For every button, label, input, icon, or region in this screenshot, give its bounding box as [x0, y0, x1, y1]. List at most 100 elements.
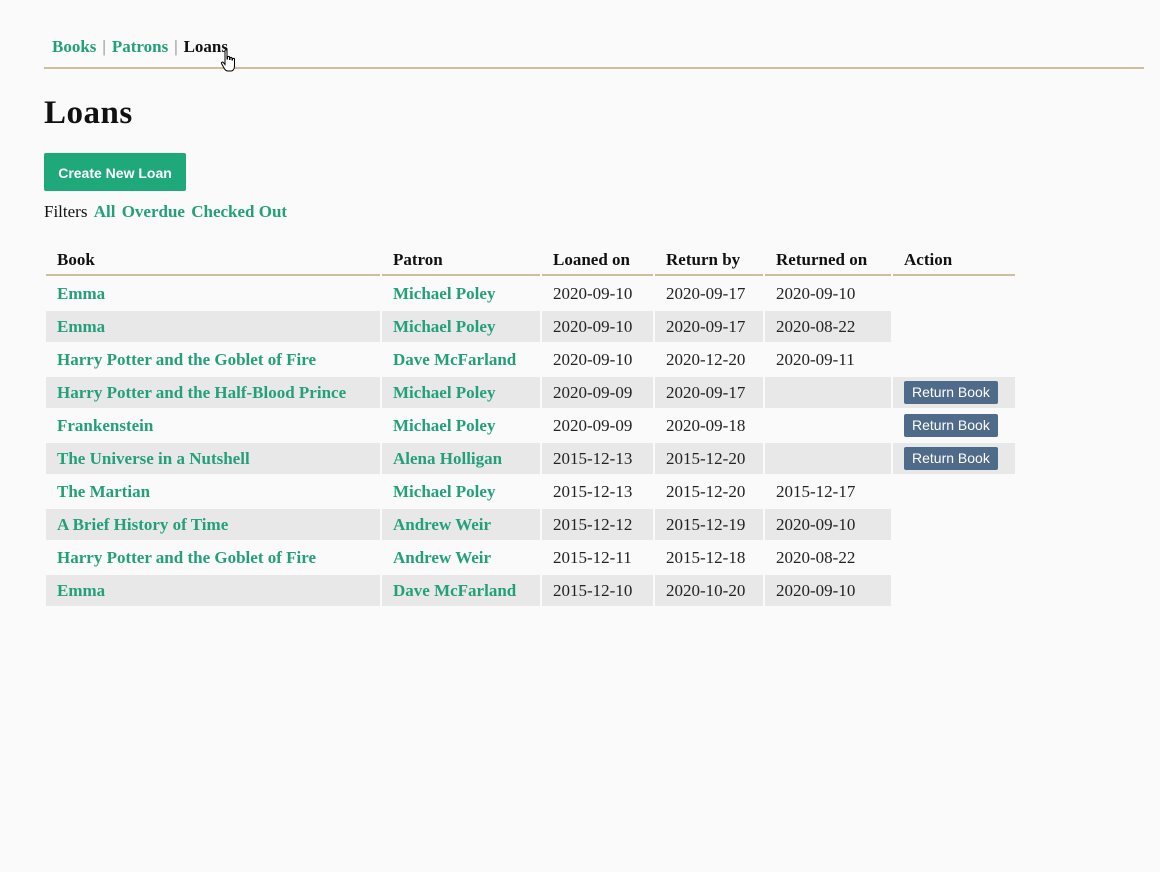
return-book-button[interactable]: Return Book	[904, 447, 998, 470]
loaned-on-cell: 2020-09-10	[553, 349, 633, 369]
nav-separator: |	[102, 37, 106, 56]
table-row: Emma Michael Poley 2020-09-10 2020-09-17 202…	[46, 278, 1015, 309]
loaned-on-cell: 2020-09-10	[553, 283, 633, 303]
loaned-on-cell: 2015-12-11	[553, 547, 632, 567]
patron-name-link[interactable]: Michael Poley	[393, 482, 495, 501]
column-header-returned-on: Returned on	[765, 246, 891, 276]
return-by-cell: 2020-09-17	[666, 283, 746, 303]
loaned-on-cell: 2015-12-13	[542, 443, 653, 474]
action-cell	[893, 509, 1015, 540]
loaned-on-cell: 2015-12-12	[542, 509, 653, 540]
return-book-button[interactable]: Return Book	[904, 414, 998, 437]
column-header-loaned-on: Loaned on	[542, 246, 653, 276]
action-cell	[893, 311, 1015, 342]
patron-cell: Michael Poley	[382, 311, 540, 342]
book-title-link[interactable]: The Universe in a Nutshell	[57, 449, 250, 468]
action-cell	[893, 344, 1015, 375]
book-cell: Emma	[46, 311, 380, 342]
patron-name-link[interactable]: Michael Poley	[393, 317, 495, 336]
return-by-cell: 2020-09-17	[655, 311, 763, 342]
return-by-cell: 2015-12-18	[666, 547, 746, 567]
page-title: Loans	[44, 95, 133, 131]
returned-on-cell: 2015-12-17	[776, 481, 856, 501]
table-row: Emma Michael Poley 2020-09-10 2020-09-17 202…	[46, 311, 1015, 342]
loaned-on-cell: 2020-09-10	[542, 311, 653, 342]
patron-cell: Andrew Weir	[382, 542, 540, 573]
returned-on-cell	[765, 377, 891, 408]
book-title-link[interactable]: Harry Potter and the Goblet of Fire	[57, 350, 316, 369]
table-row: The Martian Michael Poley 2015-12-13 2015-1…	[46, 476, 1015, 507]
book-title-link[interactable]: Emma	[57, 317, 105, 336]
return-by-cell: 2020-12-20	[666, 349, 746, 369]
loaned-on-cell: 2015-12-13	[553, 481, 633, 501]
book-cell: The Martian	[46, 476, 380, 507]
top-nav: Books | Patrons | Loans	[44, 36, 1144, 69]
patron-cell: Michael Poley	[382, 377, 540, 408]
return-by-cell: 2015-12-20	[666, 481, 746, 501]
book-title-link[interactable]: Emma	[57, 284, 105, 303]
filter-overdue-link[interactable]: Overdue	[122, 202, 185, 221]
returned-on-cell	[765, 443, 891, 474]
book-title-link[interactable]: Harry Potter and the Half-Blood Prince	[57, 383, 346, 402]
book-title-link[interactable]: Frankenstein	[57, 416, 153, 435]
returned-on-cell	[765, 410, 891, 441]
return-by-cell: 2015-12-19	[655, 509, 763, 540]
hand-pointer-icon	[220, 49, 235, 72]
nav-link-books[interactable]: Books	[52, 37, 96, 56]
loaned-on-cell: 2015-12-10	[542, 575, 653, 606]
return-by-cell: 2020-09-17	[655, 377, 763, 408]
returned-on-cell: 2020-09-10	[765, 509, 891, 540]
patron-cell: Michael Poley	[382, 278, 540, 309]
returned-on-cell: 2020-08-22	[776, 547, 856, 567]
create-new-loan-button[interactable]: Create New Loan	[44, 153, 186, 191]
book-title-link[interactable]: Emma	[57, 581, 105, 600]
patron-cell: Andrew Weir	[382, 509, 540, 540]
patron-name-link[interactable]: Michael Poley	[393, 416, 495, 435]
book-cell: Harry Potter and the Goblet of Fire	[46, 344, 380, 375]
book-title-link[interactable]: A Brief History of Time	[57, 515, 228, 534]
book-cell: Harry Potter and the Half-Blood Prince	[46, 377, 380, 408]
filters-bar: Filters All Overdue Checked Out	[44, 202, 287, 222]
patron-cell: Dave McFarland	[382, 575, 540, 606]
table-header: Book Patron Loaned on Return by Returned…	[46, 246, 1015, 276]
table-row: The Universe in a Nutshell Alena Holligan…	[46, 443, 1015, 474]
column-header-patron: Patron	[382, 246, 540, 276]
returned-on-cell: 2020-08-22	[765, 311, 891, 342]
return-by-cell: 2020-10-20	[655, 575, 763, 606]
action-cell: Return Book	[893, 443, 1015, 474]
action-cell: Return Book	[893, 377, 1015, 408]
loans-table: Book Patron Loaned on Return by Returned…	[44, 244, 1017, 608]
return-by-cell: 2015-12-20	[655, 443, 763, 474]
patron-name-link[interactable]: Michael Poley	[393, 383, 495, 402]
table-row: Emma Dave McFarland 2015-12-10 2020-10-20 20…	[46, 575, 1015, 606]
filters-label: Filters	[44, 202, 88, 221]
book-title-link[interactable]: The Martian	[57, 482, 150, 501]
return-book-button[interactable]: Return Book	[904, 381, 998, 404]
patron-cell: Michael Poley	[382, 476, 540, 507]
patron-name-link[interactable]: Andrew Weir	[393, 515, 491, 534]
book-title-link[interactable]: Harry Potter and the Goblet of Fire	[57, 548, 316, 567]
patron-name-link[interactable]: Alena Holligan	[393, 449, 502, 468]
action-cell	[893, 278, 1015, 309]
nav-links: Books | Patrons | Loans	[52, 37, 228, 57]
returned-on-cell: 2020-09-11	[776, 349, 855, 369]
table-row: Harry Potter and the Goblet of Fire Dave …	[46, 344, 1015, 375]
nav-link-patrons[interactable]: Patrons	[112, 37, 168, 56]
patron-name-link[interactable]: Andrew Weir	[393, 548, 491, 567]
action-cell	[893, 476, 1015, 507]
table-row: Frankenstein Michael Poley 2020-09-09 2020-…	[46, 410, 1015, 441]
patron-name-link[interactable]: Dave McFarland	[393, 581, 516, 600]
patron-cell: Michael Poley	[382, 410, 540, 441]
patron-name-link[interactable]: Michael Poley	[393, 284, 495, 303]
book-cell: Emma	[46, 278, 380, 309]
return-by-cell: 2020-09-18	[666, 415, 746, 435]
action-cell	[893, 575, 1015, 606]
patron-cell: Alena Holligan	[382, 443, 540, 474]
filter-checked-out-link[interactable]: Checked Out	[191, 202, 287, 221]
column-header-return-by: Return by	[655, 246, 763, 276]
book-cell: The Universe in a Nutshell	[46, 443, 380, 474]
filter-all-link[interactable]: All	[94, 202, 116, 221]
column-header-action: Action	[893, 246, 1015, 276]
nav-separator: |	[174, 37, 178, 56]
patron-name-link[interactable]: Dave McFarland	[393, 350, 516, 369]
